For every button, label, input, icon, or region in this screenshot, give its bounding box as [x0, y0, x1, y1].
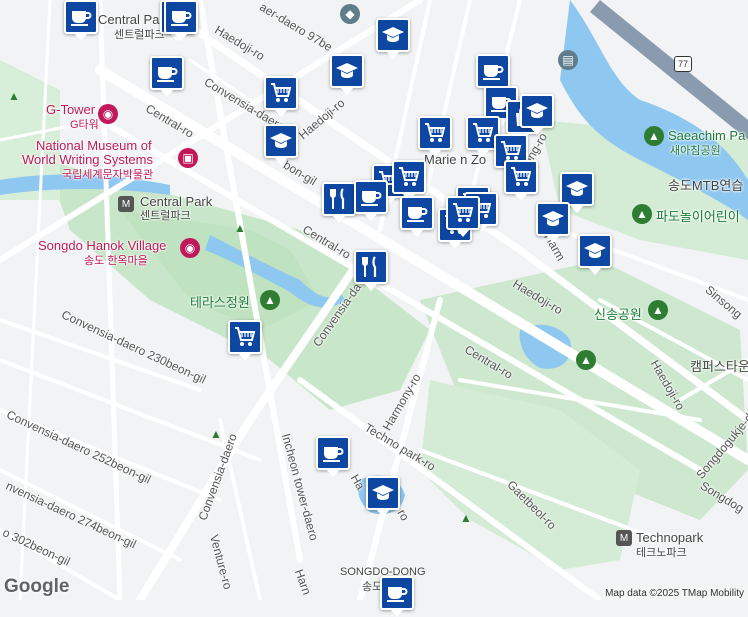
fork-knife-icon	[327, 187, 351, 211]
school-marker[interactable]	[366, 476, 400, 517]
coffee-cup-icon	[385, 581, 409, 605]
coffee-cup-icon	[155, 61, 179, 85]
coffee-cup-icon	[405, 201, 429, 225]
coffee-cup-icon	[169, 5, 193, 29]
school-marker[interactable]	[560, 172, 594, 213]
shopping-cart-icon	[451, 201, 475, 225]
park-icon: ▲	[460, 511, 472, 525]
camera-icon: ◉	[180, 238, 200, 258]
graduation-cap-icon	[565, 177, 589, 201]
cafe-marker[interactable]	[316, 436, 350, 477]
shopping-marker[interactable]	[446, 196, 480, 237]
coffee-cup-icon	[69, 5, 93, 29]
cafe-marker[interactable]	[400, 196, 434, 237]
cafe-marker[interactable]	[164, 0, 198, 41]
shopping-cart-icon	[509, 165, 533, 189]
park-icon: ▲	[234, 221, 246, 235]
park-icon: ▲	[632, 204, 652, 224]
coffee-cup-icon	[481, 59, 505, 83]
school-marker[interactable]	[376, 18, 410, 59]
fork-knife-icon	[359, 255, 383, 279]
graduation-cap-icon	[381, 23, 405, 47]
park-icon: ▲	[648, 300, 668, 320]
park-icon: ▲	[260, 290, 280, 310]
metro-icon: M	[616, 530, 632, 546]
graduation-cap-icon	[583, 239, 607, 263]
cafe-marker[interactable]	[354, 180, 388, 221]
park-icon: ▲	[210, 427, 222, 441]
restaurant-marker[interactable]	[322, 182, 356, 223]
school-marker[interactable]	[536, 202, 570, 243]
coffee-cup-icon	[359, 185, 383, 209]
graduation-cap-icon	[541, 207, 565, 231]
graduation-cap-icon	[335, 59, 359, 83]
shopping-marker[interactable]	[228, 320, 262, 361]
shopping-marker[interactable]	[392, 160, 426, 201]
google-logo: Google	[4, 576, 70, 597]
school-marker[interactable]	[264, 124, 298, 165]
shopping-cart-icon	[397, 165, 421, 189]
cafe-marker[interactable]	[380, 576, 414, 617]
landmark-icon: ◆	[340, 4, 360, 24]
museum-icon: ▣	[178, 148, 198, 168]
route-badge: 77	[674, 56, 692, 72]
map-canvas[interactable]	[0, 0, 748, 600]
cafe-marker[interactable]	[476, 54, 510, 95]
shopping-marker[interactable]	[264, 76, 298, 117]
map-attribution[interactable]: Map data ©2025 TMap Mobility	[601, 587, 748, 600]
shopping-marker[interactable]	[504, 160, 538, 201]
park-icon: ▲	[576, 350, 596, 370]
shopping-marker[interactable]	[418, 116, 452, 157]
coffee-cup-icon	[321, 441, 345, 465]
school-marker[interactable]	[330, 54, 364, 95]
graduation-cap-icon	[371, 481, 395, 505]
school-marker[interactable]	[578, 234, 612, 275]
park-icon: ▲	[8, 89, 20, 103]
shopping-cart-icon	[471, 121, 495, 145]
shopping-cart-icon	[269, 81, 293, 105]
camera-icon: ◉	[98, 104, 118, 124]
graduation-cap-icon	[269, 129, 293, 153]
school-marker[interactable]	[520, 94, 554, 135]
cafe-marker[interactable]	[64, 0, 98, 41]
metro-icon: M	[118, 196, 134, 212]
library-icon: ▤	[558, 50, 578, 70]
cafe-marker[interactable]	[150, 56, 184, 97]
shopping-cart-icon	[423, 121, 447, 145]
shopping-cart-icon	[233, 325, 257, 349]
graduation-cap-icon	[525, 99, 549, 123]
restaurant-marker[interactable]	[354, 250, 388, 291]
park-icon: ▲	[644, 126, 664, 146]
